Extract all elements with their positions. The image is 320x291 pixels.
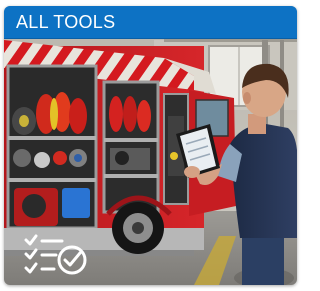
all-tools-card[interactable]: ALL TOOLS (4, 6, 297, 285)
checklist-check-icon (24, 234, 87, 275)
card-title-bar: ALL TOOLS (4, 6, 297, 39)
card-title: ALL TOOLS (16, 11, 116, 32)
